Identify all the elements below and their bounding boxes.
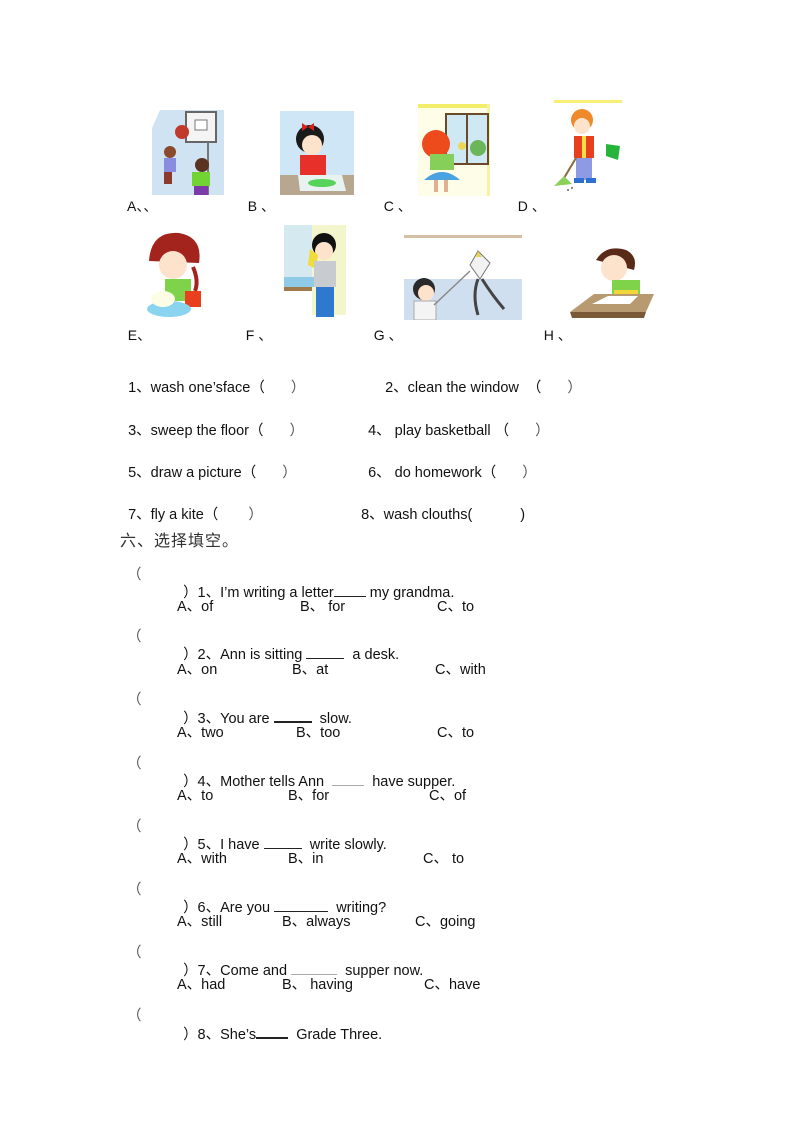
answer-blank	[333, 584, 366, 597]
question-5: ）5、I have write slowly.	[183, 836, 387, 853]
answer-paren-6: （	[127, 882, 142, 898]
matching-item-6: 6、 do homework（）	[368, 465, 537, 481]
q6-option-b: B、always	[282, 914, 351, 930]
answer-paren-3: （	[127, 692, 142, 708]
q2-option-b: B、at	[292, 662, 329, 678]
boy-doing-homework-image	[568, 238, 656, 322]
answer-blank	[273, 709, 312, 723]
answer-blank	[256, 1025, 289, 1039]
q1-option-b: B、 for	[300, 599, 346, 615]
q4-option-a: A、to	[177, 788, 214, 804]
q1-option-a: A、of	[177, 599, 214, 615]
q5-option-a: A、with	[177, 851, 227, 867]
boys-playing-basketball-image	[152, 110, 224, 195]
answer-paren-2: （	[127, 629, 142, 645]
picture-label-b: B 、	[247, 198, 276, 214]
question-8: ）8、She’s Grade Three.	[183, 1025, 383, 1043]
matching-item-5: 5、draw a picture（）	[128, 465, 297, 481]
question-2: ）2、Ann is sitting a desk.	[183, 646, 400, 663]
matching-item-7: 7、fly a kite（）	[128, 507, 263, 523]
q4-option-c: C、of	[429, 788, 467, 804]
answer-blank	[291, 962, 338, 975]
question-6: ）6、Are you writing?	[183, 899, 387, 916]
q5-option-c: C、 to	[423, 851, 465, 867]
answer-blank	[332, 773, 365, 786]
answer-blank	[274, 899, 329, 912]
q3-option-b: B、too	[296, 725, 341, 741]
q3-option-c: C、to	[437, 725, 475, 741]
q2-option-a: A、on	[177, 662, 218, 678]
picture-label-f: F 、	[245, 327, 273, 343]
answer-paren-8: （	[127, 1008, 142, 1024]
boy-washing-face-image	[284, 225, 348, 321]
matching-item-3: 3、sweep the floor（）	[128, 423, 304, 439]
answer-paren-1: （	[127, 567, 142, 583]
q2-option-c: C、with	[435, 662, 486, 678]
matching-item-1: 1、wash one’sface（）	[128, 380, 306, 396]
picture-label-d: D 、	[517, 198, 546, 214]
girl-drawing-picture-image	[280, 111, 354, 195]
answer-paren-5: （	[127, 819, 142, 835]
matching-item-2: 2、clean the window （）	[385, 380, 582, 396]
section-six-title: 六、选择填空。	[120, 531, 240, 550]
q3-option-a: A、two	[177, 725, 224, 741]
q1-option-c: C、to	[437, 599, 475, 615]
picture-label-h: H 、	[543, 327, 572, 343]
q7-option-a: A、had	[177, 977, 226, 993]
question-1: ）1、I’m writing a letter my grandma.	[183, 584, 455, 601]
matching-item-8: 8、wash clouths()	[361, 507, 526, 523]
boy-sweeping-floor-image	[552, 100, 624, 195]
q6-option-c: C、going	[415, 914, 476, 930]
answer-blank	[306, 646, 345, 659]
answer-paren-4: （	[127, 756, 142, 772]
picture-label-g: G 、	[373, 327, 403, 343]
answer-blank	[263, 836, 302, 849]
q7-option-c: C、have	[424, 977, 481, 993]
q7-option-b: B、 having	[282, 977, 353, 993]
boy-flying-kite-image	[404, 233, 522, 320]
q4-option-b: B、for	[288, 788, 330, 804]
q6-option-a: A、still	[177, 914, 223, 930]
q5-option-b: B、in	[288, 851, 324, 867]
question-4: ）4、Mother tells Ann have supper.	[183, 773, 456, 790]
answer-paren-7: （	[127, 945, 142, 961]
girl-washing-clothes-image	[143, 227, 208, 319]
matching-item-4: 4、 play basketball （）	[368, 423, 550, 439]
girl-cleaning-window-image	[418, 104, 490, 196]
question-7: ）7、Come and supper now.	[183, 962, 424, 979]
question-3: ）3、You are slow.	[183, 709, 352, 727]
picture-label-c: C 、	[383, 198, 412, 214]
